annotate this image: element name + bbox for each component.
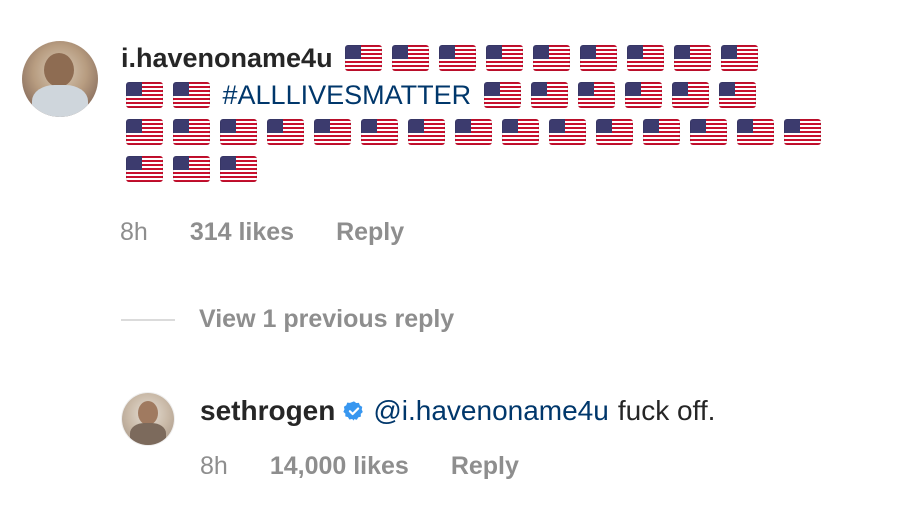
us-flag-icon [361, 118, 398, 145]
us-flag-icon [439, 44, 477, 71]
comment-meta: 8h 314 likes Reply [120, 218, 404, 247]
comment-thread: i.havenoname4u #ALLLIVESMATTER 8h 314 li… [0, 0, 906, 506]
us-flag-icon [533, 44, 571, 71]
reply-message: fuck off. [617, 395, 716, 426]
reply-reply-button[interactable]: Reply [451, 452, 519, 481]
us-flag-icon [220, 155, 257, 182]
us-flag-icon [392, 44, 430, 71]
us-flag-icon [737, 118, 774, 145]
us-flag-icon [627, 44, 665, 71]
us-flag-icon [502, 118, 539, 145]
us-flag-icon [530, 81, 568, 108]
view-previous-replies-button[interactable]: View 1 previous reply [121, 305, 454, 334]
comment-timestamp[interactable]: 8h [120, 218, 148, 247]
us-flag-icon [486, 44, 524, 71]
us-flag-icon [624, 81, 662, 108]
verified-badge-icon [343, 400, 365, 422]
us-flag-icon [126, 81, 163, 108]
us-flag-icon [580, 44, 618, 71]
us-flag-icon [126, 155, 163, 182]
us-flag-icon [173, 118, 210, 145]
us-flag-icon [674, 44, 712, 71]
us-flag-icon [784, 118, 821, 145]
comment-reply-button[interactable]: Reply [336, 218, 404, 247]
us-flag-icon [483, 81, 521, 108]
reply-text: sethrogen @i.havenoname4u fuck off. [200, 394, 715, 428]
us-flag-icon [408, 118, 445, 145]
reply-avatar[interactable] [122, 393, 174, 445]
view-previous-replies-label: View 1 previous reply [199, 305, 455, 333]
comment-line-3 [121, 114, 861, 151]
us-flag-icon [345, 44, 383, 71]
reply-timestamp[interactable]: 8h [200, 452, 228, 481]
reply-meta: 8h 14,000 likes Reply [200, 452, 519, 481]
us-flag-icon [721, 44, 759, 71]
us-flag-icon [267, 118, 304, 145]
commenter-avatar[interactable] [22, 41, 98, 117]
us-flag-icon [549, 118, 586, 145]
us-flag-icon [314, 118, 351, 145]
divider-line [121, 318, 175, 321]
reply-likes-count[interactable]: 14,000 likes [270, 452, 409, 481]
us-flag-icon [671, 81, 709, 108]
us-flag-icon [126, 118, 163, 145]
reply-mention-link[interactable]: @i.havenoname4u [373, 394, 608, 428]
comment-line-1: i.havenoname4u [121, 40, 861, 77]
us-flag-icon [173, 81, 210, 108]
comment-likes-count[interactable]: 314 likes [190, 218, 294, 247]
commenter-username[interactable]: i.havenoname4u [121, 43, 333, 73]
us-flag-icon [718, 81, 756, 108]
us-flag-icon [690, 118, 727, 145]
us-flag-icon [455, 118, 492, 145]
reply-username[interactable]: sethrogen [200, 394, 335, 428]
comment-line-4 [121, 151, 861, 188]
us-flag-icon [643, 118, 680, 145]
us-flag-icon [220, 118, 257, 145]
comment-line-2: #ALLLIVESMATTER [121, 77, 861, 114]
hashtag-link[interactable]: #ALLLIVESMATTER [223, 80, 472, 110]
us-flag-icon [577, 81, 615, 108]
comment-text: i.havenoname4u #ALLLIVESMATTER [121, 40, 861, 188]
us-flag-icon [596, 118, 633, 145]
us-flag-icon [173, 155, 210, 182]
